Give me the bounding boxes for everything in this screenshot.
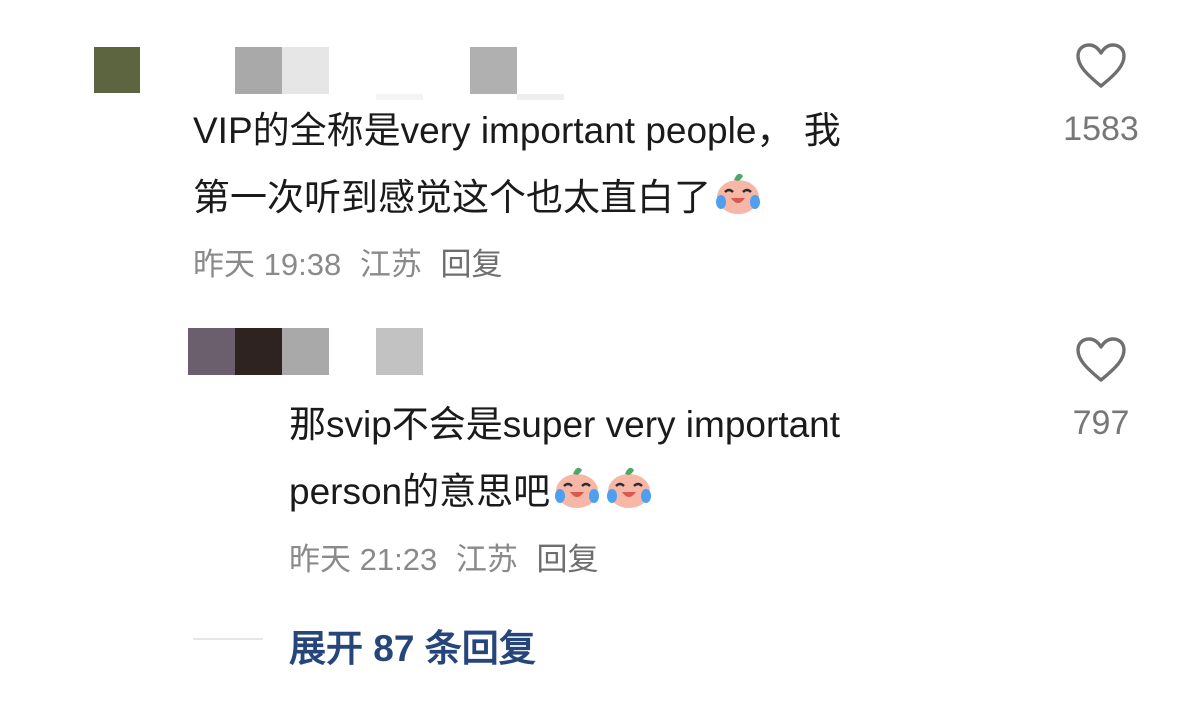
reply-location: 江苏 [455,542,518,577]
reply-meta: 昨天 21:23 江苏 回复 [289,540,608,580]
reply-button[interactable]: 回复 [440,247,502,282]
crying-laughing-emoji-icon [716,173,760,214]
comment-text-line-2: 第一次听到感觉这个也太直白了 [193,164,763,231]
comment-text: 第一次听到感觉这个也太直白了 [193,177,711,218]
avatar[interactable] [94,47,140,93]
comment-text-line-1: VIP的全称是very important people， 我 [193,110,841,151]
comment-time: 昨天 19:38 [193,247,342,282]
heart-outline-icon [1076,43,1126,88]
like-button[interactable] [1051,336,1151,389]
reply-button[interactable]: 回复 [536,542,598,577]
reply-text-line-2: person的意思吧 [289,458,654,525]
crying-laughing-emoji-icon [607,467,652,508]
crying-laughing-emoji-icon [555,467,600,508]
comment-meta: 昨天 19:38 江苏 回复 [193,245,512,285]
reply-time: 昨天 21:23 [289,542,438,577]
expand-replies-button[interactable]: 展开 87 条回复 [289,618,536,672]
divider-line [193,638,263,640]
like-count: 797 [1072,404,1130,442]
like-button[interactable] [1051,42,1151,95]
comment-location: 江苏 [359,247,422,282]
like-count: 1583 [1063,110,1139,148]
heart-outline-icon [1076,337,1126,382]
reply-text: person的意思吧 [289,471,551,512]
reply-text-line-1: 那svip不会是super very important [289,404,841,445]
